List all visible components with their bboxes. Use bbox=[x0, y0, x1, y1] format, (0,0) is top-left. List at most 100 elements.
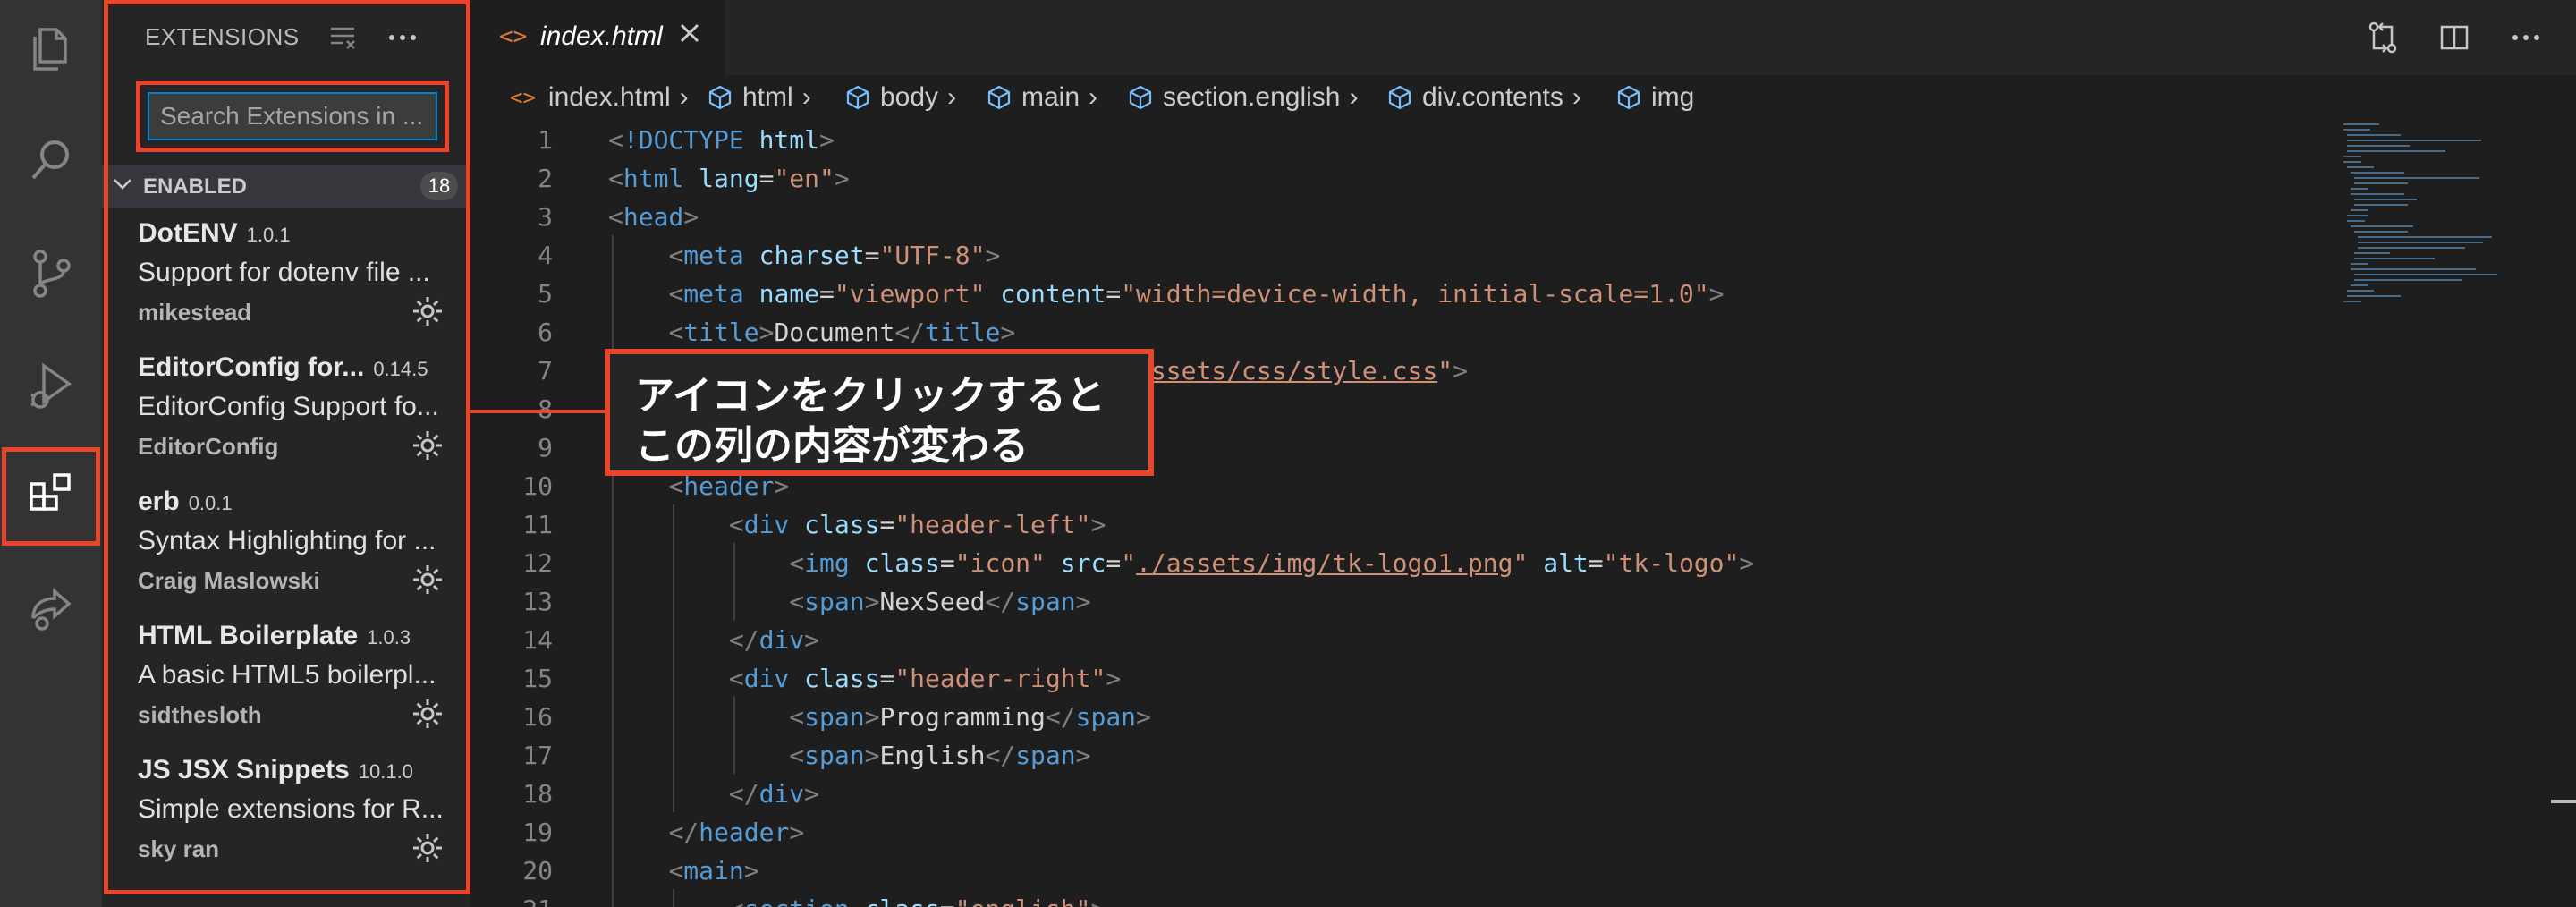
extension-version: 0.14.5 bbox=[373, 358, 428, 380]
line-number: 12 bbox=[522, 548, 553, 578]
breadcrumb: <> index.html › html › body › main › section.… bbox=[470, 79, 2576, 120]
gear-icon[interactable] bbox=[410, 696, 445, 732]
extension-item[interactable]: EditorConfig for... 0.14.5 EditorConfig S… bbox=[102, 345, 470, 478]
enabled-section-header[interactable]: ENABLED 18 bbox=[102, 165, 470, 208]
scrollbar-cursor-marker bbox=[2551, 800, 2576, 803]
code-text: </div> bbox=[728, 779, 820, 809]
code-line: 2 <html lang="en"> bbox=[470, 158, 2331, 197]
code-line: 19 </header> bbox=[470, 812, 2331, 851]
breadcrumb-item-main[interactable]: main › bbox=[986, 82, 1106, 113]
minimap[interactable] bbox=[2334, 120, 2549, 460]
gear-icon[interactable] bbox=[410, 562, 445, 598]
element-cube-icon bbox=[1129, 85, 1152, 110]
split-editor-icon[interactable] bbox=[2436, 20, 2472, 55]
gear-icon[interactable] bbox=[410, 293, 445, 329]
extension-item[interactable]: HTML Boilerplate 1.0.3 A basic HTML5 boil… bbox=[102, 614, 470, 746]
element-cube-icon bbox=[708, 85, 732, 110]
code-text: <head> bbox=[608, 202, 699, 232]
chevron-down-icon bbox=[111, 172, 134, 201]
editor-scrollbar[interactable] bbox=[2551, 75, 2576, 907]
code-line: 6 <title>Document</title> bbox=[470, 312, 2331, 351]
source-control-icon[interactable] bbox=[0, 224, 102, 322]
element-cube-icon bbox=[846, 85, 869, 110]
code-text: <img class="icon" src="./assets/img/tk-l… bbox=[789, 548, 1755, 578]
extension-item[interactable]: erb 0.0.1 Syntax Highlighting for ... Cra… bbox=[102, 479, 470, 612]
search-extensions-input[interactable] bbox=[148, 92, 437, 140]
code-line: 4 <meta charset="UTF-8"> bbox=[470, 235, 2331, 274]
breadcrumb-item-file[interactable]: <> index.html › bbox=[510, 82, 698, 113]
breadcrumb-item-html[interactable]: html › bbox=[707, 82, 820, 113]
editor-more-actions-icon[interactable] bbox=[2508, 20, 2544, 55]
callout-connector bbox=[470, 410, 605, 413]
remote-share-icon[interactable] bbox=[0, 560, 102, 658]
extensions-sidebar: EXTENSIONS ENABLED 18 DotENV 1.0.1 Suppor… bbox=[102, 0, 470, 907]
line-number: 17 bbox=[522, 741, 553, 770]
code-line: 14 </div> bbox=[470, 620, 2331, 658]
html-file-icon: <> bbox=[499, 23, 528, 50]
extension-name-row: erb 0.0.1 bbox=[138, 487, 233, 517]
extension-publisher: mikestead bbox=[138, 299, 252, 326]
extension-name-row: HTML Boilerplate 1.0.3 bbox=[138, 621, 411, 651]
breadcrumb-item-div[interactable]: div.contents › bbox=[1386, 82, 1590, 113]
code-text: <span>English</span> bbox=[789, 741, 1091, 770]
extension-name-row: EditorConfig for... 0.14.5 bbox=[138, 352, 428, 383]
code-text: <span>NexSeed</span> bbox=[789, 587, 1091, 616]
more-actions-icon[interactable] bbox=[385, 20, 420, 55]
open-changes-icon[interactable] bbox=[2365, 20, 2401, 55]
code-editor[interactable]: 1 <!DOCTYPE html> 2 <html lang="en"> 3 <hea… bbox=[470, 120, 2331, 907]
extension-version: 0.0.1 bbox=[188, 492, 233, 514]
line-number: 5 bbox=[538, 279, 553, 309]
files-icon[interactable] bbox=[0, 0, 102, 98]
code-line: 12 <img class="icon" src="./assets/img/t… bbox=[470, 543, 2331, 581]
code-text: <html lang="en"> bbox=[608, 164, 850, 193]
extension-description: Simple extensions for R... bbox=[138, 794, 442, 824]
code-text: <meta charset="UTF-8"> bbox=[668, 241, 1001, 270]
tab-index-html[interactable]: <> index.html bbox=[470, 0, 724, 75]
line-number: 6 bbox=[538, 318, 553, 347]
code-text: <section class="english"> bbox=[608, 894, 1106, 907]
line-number: 20 bbox=[522, 856, 553, 886]
code-line: 18 </div> bbox=[470, 774, 2331, 812]
close-icon[interactable] bbox=[674, 18, 705, 56]
chevron-right-icon: › bbox=[947, 82, 957, 112]
gear-icon[interactable] bbox=[410, 428, 445, 463]
run-debug-icon[interactable] bbox=[0, 336, 102, 435]
line-number: 15 bbox=[522, 664, 553, 693]
breadcrumb-item-section[interactable]: section.english › bbox=[1127, 82, 1367, 113]
sidebar-title: EXTENSIONS bbox=[145, 23, 300, 50]
gear-icon[interactable] bbox=[410, 830, 445, 866]
line-number: 19 bbox=[522, 818, 553, 847]
line-number: 1 bbox=[538, 125, 553, 155]
line-number: 11 bbox=[522, 510, 553, 539]
editor-tab-bar: <> index.html bbox=[470, 0, 2576, 75]
callout-box: アイコンをクリックすると この列の内容が変わる bbox=[605, 349, 1154, 476]
code-line: 16 <span>Programming</span> bbox=[470, 697, 2331, 735]
code-text: <main> bbox=[668, 856, 759, 886]
code-line: 21 <section class="english"> bbox=[470, 889, 2331, 907]
code-line: 15 <div class="header-right"> bbox=[470, 658, 2331, 697]
code-line: 11 <div class="header-left"> bbox=[470, 504, 2331, 543]
code-line: 17 <span>English</span> bbox=[470, 735, 2331, 774]
line-number: 3 bbox=[538, 202, 553, 232]
search-icon[interactable] bbox=[0, 111, 102, 209]
extension-version: 1.0.3 bbox=[367, 626, 411, 648]
clear-extensions-icon[interactable] bbox=[326, 20, 361, 55]
line-number: 4 bbox=[538, 241, 553, 270]
breadcrumb-item-body[interactable]: body › bbox=[844, 82, 965, 113]
breadcrumb-item-img[interactable]: img bbox=[1615, 82, 1694, 113]
extension-item[interactable]: DotENV 1.0.1 Support for dotenv file ... … bbox=[102, 211, 470, 343]
search-highlight-frame bbox=[136, 81, 449, 152]
extension-version: 10.1.0 bbox=[358, 760, 413, 783]
code-text: </div> bbox=[728, 625, 820, 655]
extension-name: HTML Boilerplate bbox=[138, 621, 359, 650]
code-line: 5 <meta name="viewport" content="width=d… bbox=[470, 274, 2331, 312]
line-number: 7 bbox=[538, 356, 553, 386]
enabled-count-badge: 18 bbox=[420, 172, 458, 200]
extension-item[interactable]: JS JSX Snippets 10.1.0 Simple extensions … bbox=[102, 748, 470, 880]
extension-publisher: EditorConfig bbox=[138, 433, 279, 460]
extension-name: DotENV bbox=[138, 218, 238, 248]
code-text: <span>Programming</span> bbox=[789, 702, 1151, 732]
line-number: 2 bbox=[538, 164, 553, 193]
element-cube-icon bbox=[1388, 85, 1411, 110]
extension-name: EditorConfig for... bbox=[138, 352, 365, 382]
